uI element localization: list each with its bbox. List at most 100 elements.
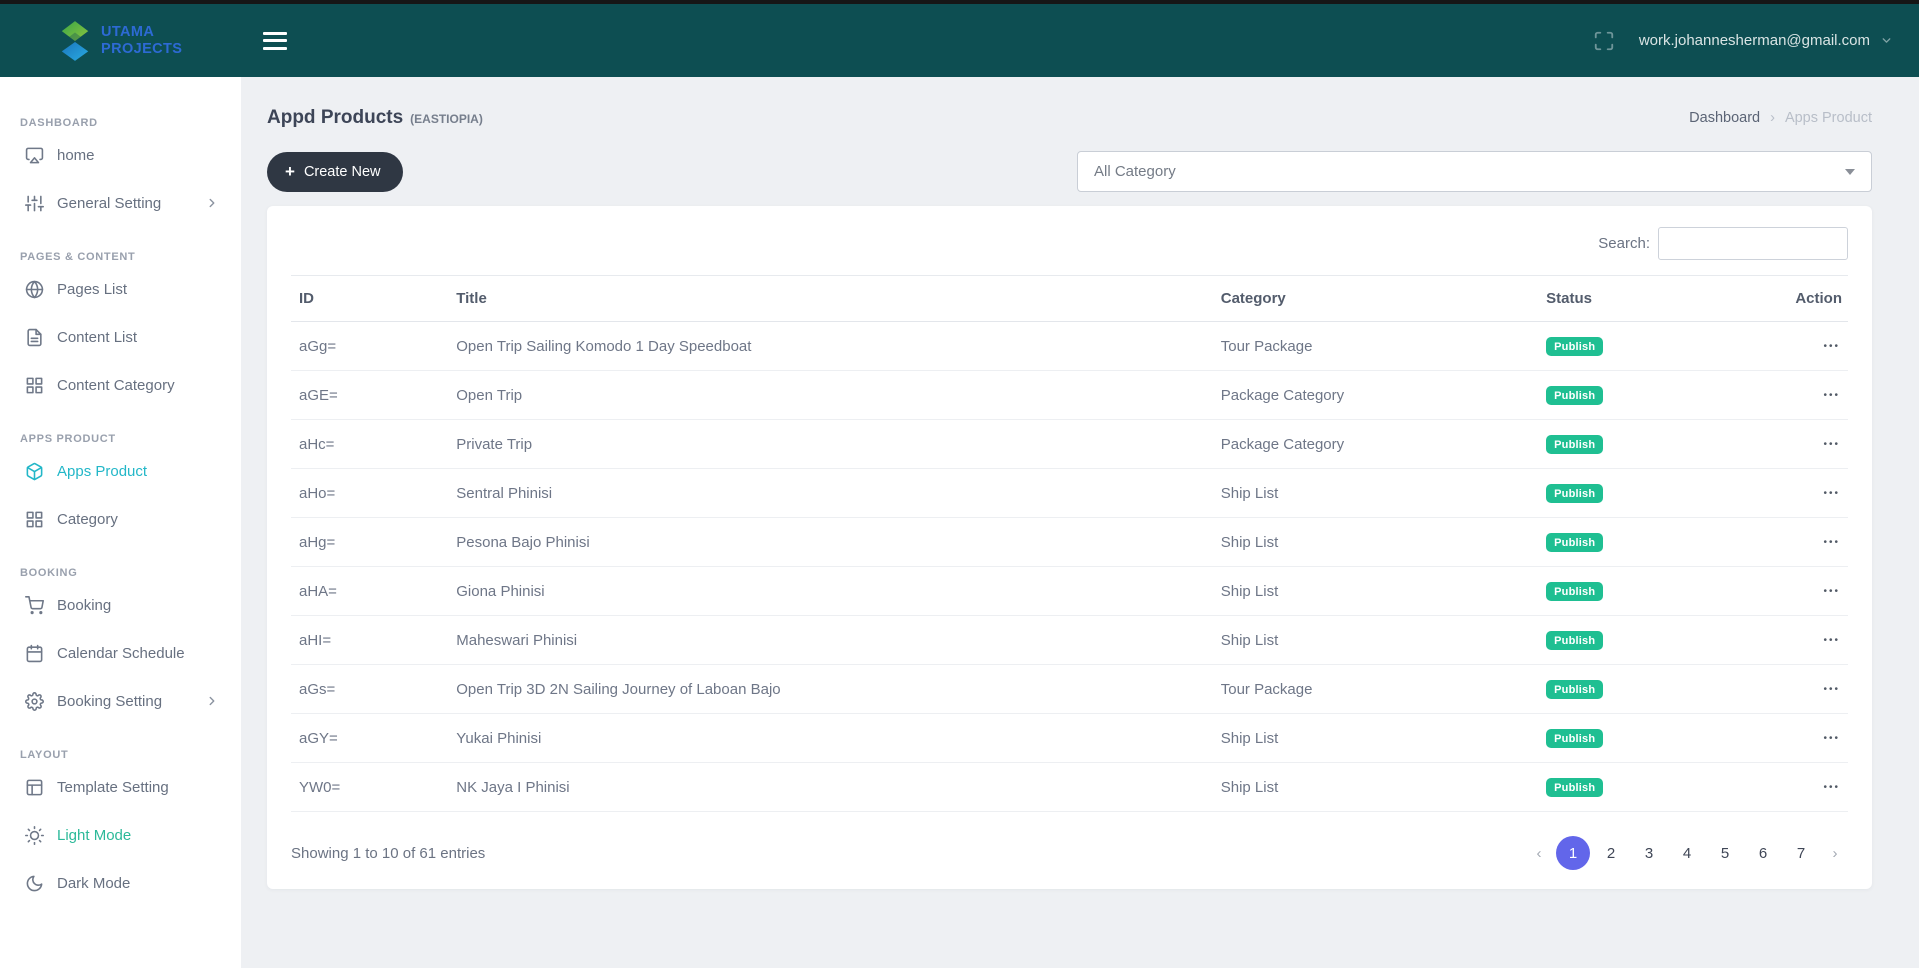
sidebar-item-dark-mode[interactable]: Dark Mode (0, 859, 241, 907)
fullscreen-icon[interactable] (1593, 30, 1615, 52)
row-actions-button[interactable]: ••• (1821, 631, 1842, 650)
sidebar-item-booking-setting[interactable]: Booking Setting (0, 677, 241, 725)
pagination-page-2[interactable]: 2 (1594, 836, 1628, 870)
sidebar-item-content-category[interactable]: Content Category (0, 361, 241, 409)
cell-category: Package Category (1212, 370, 1539, 420)
row-actions-button[interactable]: ••• (1821, 386, 1842, 405)
sidebar-item-home[interactable]: home (0, 131, 241, 179)
sidebar-item-label: Category (57, 510, 118, 528)
main-content: Appd Products (EASTIOPIA) Dashboard › Ap… (241, 77, 1919, 968)
cell-title: Sentral Phinisi (448, 468, 1213, 518)
sidebar-item-label: Apps Product (57, 462, 148, 480)
cell-status: Publish (1538, 664, 1753, 714)
cell-action: ••• (1753, 762, 1848, 812)
pagination-page-6[interactable]: 6 (1746, 836, 1780, 870)
table-row: aHA= Giona Phinisi Ship List Publish ••• (291, 566, 1848, 616)
status-badge: Publish (1546, 581, 1604, 601)
topbar-right: work.johannesherman@gmail.com (1593, 30, 1919, 52)
search-label: Search: (1598, 235, 1650, 252)
cell-action: ••• (1753, 468, 1848, 518)
globe-icon (25, 280, 44, 299)
row-actions-button[interactable]: ••• (1821, 680, 1842, 699)
sidebar-item-content-list[interactable]: Content List (0, 313, 241, 361)
pagination-page-5[interactable]: 5 (1708, 836, 1742, 870)
user-menu[interactable]: work.johannesherman@gmail.com (1639, 32, 1893, 49)
pagination-page-4[interactable]: 4 (1670, 836, 1704, 870)
cell-category: Tour Package (1212, 321, 1539, 371)
cell-category: Ship List (1212, 615, 1539, 665)
column-header-id[interactable]: ID (291, 275, 449, 322)
sidebar-item-pages-list[interactable]: Pages List (0, 265, 241, 313)
cell-action: ••• (1753, 615, 1848, 665)
sidebar-item-general-setting[interactable]: General Setting (0, 179, 241, 227)
column-header-title[interactable]: Title (448, 275, 1213, 322)
cell-action: ••• (1753, 419, 1848, 469)
sidebar-item-label: home (57, 146, 95, 164)
cell-title: Private Trip (448, 419, 1213, 469)
menu-toggle-button[interactable] (257, 26, 293, 56)
cell-category: Ship List (1212, 566, 1539, 616)
cell-action: ••• (1753, 566, 1848, 616)
table-row: aGg= Open Trip Sailing Komodo 1 Day Speed… (291, 321, 1848, 371)
chevron-down-icon (1880, 34, 1893, 47)
row-actions-button[interactable]: ••• (1821, 435, 1842, 454)
brand-logo[interactable]: UTAMA PROJECTS (0, 20, 241, 62)
chevron-right-icon (205, 196, 219, 210)
cell-action: ••• (1753, 713, 1848, 763)
cell-id: aHg= (291, 517, 449, 567)
cell-category: Package Category (1212, 419, 1539, 469)
column-header-category[interactable]: Category (1212, 275, 1539, 322)
sidebar-section-header-dashboard: DASHBOARD (20, 117, 98, 129)
row-actions-button[interactable]: ••• (1821, 533, 1842, 552)
create-new-button[interactable]: + Create New (267, 151, 403, 192)
row-actions-button[interactable]: ••• (1821, 582, 1842, 601)
status-badge: Publish (1546, 483, 1604, 503)
cell-status: Publish (1538, 370, 1753, 420)
pagination-page-3[interactable]: 3 (1632, 836, 1666, 870)
row-actions-button[interactable]: ••• (1821, 729, 1842, 748)
sidebar-item-booking[interactable]: Booking (0, 581, 241, 629)
table-row: aHg= Pesona Bajo Phinisi Ship List Publish •… (291, 517, 1848, 567)
pagination-page-7[interactable]: 7 (1784, 836, 1818, 870)
row-actions-button[interactable]: ••• (1821, 337, 1842, 356)
cell-status: Publish (1538, 517, 1753, 567)
cell-id: aHA= (291, 566, 449, 616)
cell-category: Ship List (1212, 468, 1539, 518)
gear-icon (25, 691, 44, 711)
row-actions-button[interactable]: ••• (1821, 484, 1842, 503)
cell-title: Giona Phinisi (448, 566, 1213, 616)
pagination-page-1[interactable]: 1 (1556, 836, 1590, 870)
table-row: aHI= Maheswari Phinisi Ship List Publish ••• (291, 615, 1848, 665)
user-email: work.johannesherman@gmail.com (1638, 32, 1870, 49)
moon-icon (25, 874, 44, 893)
cell-id: aGs= (291, 664, 449, 714)
row-actions-button[interactable]: ••• (1821, 778, 1842, 797)
table-row: aHc= Private Trip Package Category Publish •… (291, 419, 1848, 469)
airplay-icon (25, 146, 44, 165)
sidebar-item-light-mode[interactable]: Light Mode (0, 811, 241, 859)
sidebar-item-template-setting[interactable]: Template Setting (0, 763, 241, 811)
table-row: aGE= Open Trip Package Category Publish ••• (291, 370, 1848, 420)
sidebar-item-category[interactable]: Category (0, 495, 241, 543)
sidebar-item-label: General Setting (57, 194, 162, 212)
sidebar-item-apps-product[interactable]: Apps Product (0, 447, 241, 495)
sidebar-item-calendar-schedule[interactable]: Calendar Schedule (0, 629, 241, 677)
cell-title: Maheswari Phinisi (448, 615, 1213, 665)
sidebar-item-label: Dark Mode (57, 874, 131, 892)
breadcrumb-dashboard[interactable]: Dashboard (1689, 110, 1760, 126)
cell-action: ••• (1753, 370, 1848, 420)
search-input[interactable] (1658, 227, 1848, 260)
column-header-action[interactable]: Action (1753, 275, 1848, 322)
pagination-next[interactable]: › (1822, 845, 1848, 862)
pagination: ‹ 1 2 3 4 5 6 7 › (1526, 836, 1848, 870)
category-filter-value: All Category (1094, 163, 1176, 180)
category-filter-select[interactable]: All Category (1077, 151, 1872, 192)
column-header-status[interactable]: Status (1538, 275, 1753, 322)
pagination-prev[interactable]: ‹ (1526, 845, 1552, 862)
cell-action: ••• (1753, 517, 1848, 567)
cell-title: Open Trip 3D 2N Sailing Journey of Laboa… (448, 664, 1213, 714)
status-badge: Publish (1546, 630, 1604, 650)
brand-line1: UTAMA (101, 24, 155, 41)
layout-icon (25, 778, 44, 797)
sidebar-section-header-apps-product: APPS PRODUCT (20, 433, 116, 445)
